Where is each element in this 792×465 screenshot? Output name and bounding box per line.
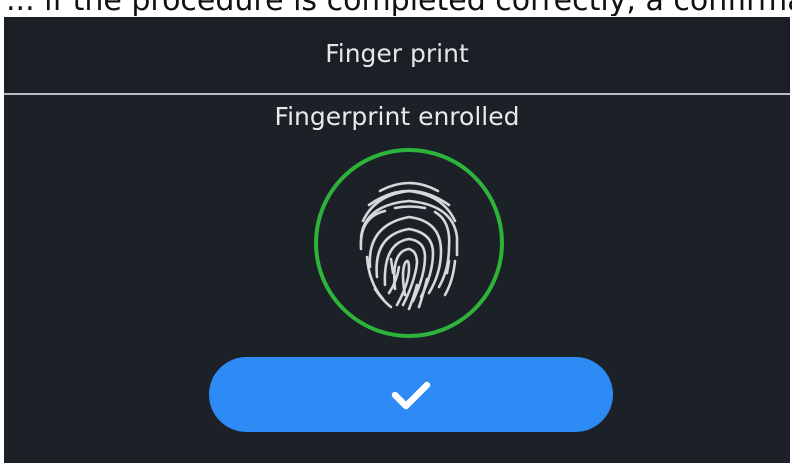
header-bar: Finger print <box>4 17 790 91</box>
check-icon <box>391 381 431 409</box>
caption-text: ... if the procedure is completed correc… <box>0 0 792 16</box>
fingerprint-icon <box>359 181 459 311</box>
page: ... if the procedure is completed correc… <box>0 0 792 465</box>
device-screen: Finger print Fingerprint enrolled <box>4 17 790 463</box>
confirm-button[interactable] <box>209 357 613 432</box>
status-message: Fingerprint enrolled <box>274 102 520 131</box>
header-divider <box>4 93 790 95</box>
page-title: Finger print <box>325 38 469 68</box>
